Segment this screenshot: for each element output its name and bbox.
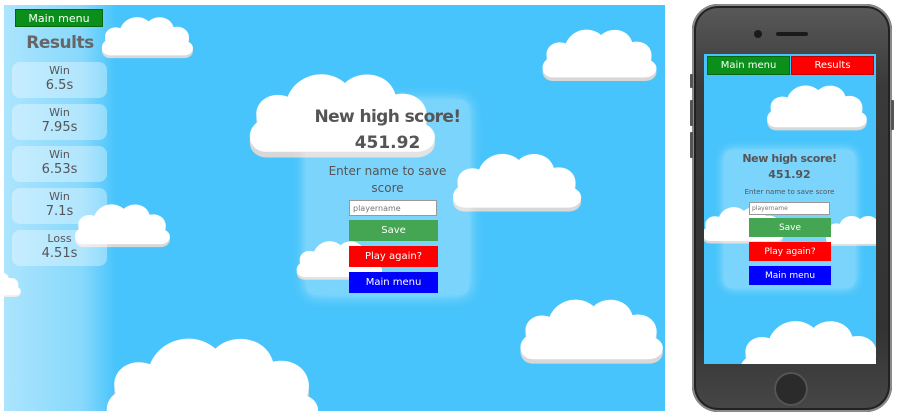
result-outcome: Win — [49, 148, 70, 161]
high-score-dialog: New high score! 451.92 Enter name to sav… — [306, 100, 469, 295]
results-panel: Results Win 6.5s Win 7.95s Win 6.53s Win… — [4, 5, 116, 411]
phone-volume-up — [690, 100, 693, 126]
results-button[interactable]: Results — [791, 56, 874, 75]
high-score-title: New high score! — [742, 152, 837, 165]
result-time: 6.53s — [41, 162, 78, 177]
main-menu-button[interactable]: Main menu — [15, 9, 103, 27]
result-time: 7.1s — [45, 204, 74, 219]
phone-game-view: Main menu Results New high score! 451.92… — [704, 54, 876, 364]
cloud-decoration — [740, 321, 876, 364]
result-outcome: Loss — [47, 232, 72, 245]
phone-mockup: Main menu Results New high score! 451.92… — [690, 4, 894, 412]
cloud-decoration — [767, 85, 867, 131]
result-time: 7.95s — [41, 120, 78, 135]
cloud-decoration — [106, 338, 319, 411]
player-name-input[interactable] — [749, 202, 830, 215]
desktop-game-view: Results Win 6.5s Win 7.95s Win 6.53s Win… — [4, 5, 665, 411]
play-again-button[interactable]: Play again? — [349, 246, 438, 267]
results-title: Results — [26, 33, 94, 53]
play-again-button[interactable]: Play again? — [749, 242, 831, 261]
phone-volume-down — [690, 132, 693, 158]
high-score-value: 451.92 — [354, 133, 421, 153]
home-button[interactable] — [774, 372, 808, 406]
cloud-decoration — [542, 29, 657, 81]
cloud-decoration — [452, 153, 582, 212]
result-item: Win 7.95s — [12, 104, 107, 140]
result-item: Win 7.1s — [12, 188, 107, 224]
main-menu-button[interactable]: Main menu — [349, 272, 438, 293]
high-score-title: New high score! — [314, 107, 461, 127]
camera-icon — [754, 30, 762, 38]
result-time: 4.51s — [41, 246, 78, 261]
result-outcome: Win — [49, 64, 70, 77]
speaker-grille — [776, 32, 808, 36]
high-score-dialog: New high score! 451.92 Enter name to sav… — [724, 150, 855, 288]
main-menu-button[interactable]: Main menu — [707, 56, 790, 75]
save-score-prompt: Enter name to save score — [744, 188, 835, 196]
player-name-input[interactable] — [349, 200, 437, 216]
result-outcome: Win — [49, 190, 70, 203]
high-score-value: 451.92 — [768, 168, 811, 181]
phone-mute-switch — [690, 74, 693, 88]
result-time: 6.5s — [45, 78, 74, 93]
save-score-prompt: Enter name to save score — [328, 164, 447, 195]
phone-power-button — [891, 100, 894, 130]
result-item: Win 6.53s — [12, 146, 107, 182]
main-menu-button[interactable]: Main menu — [749, 266, 831, 285]
save-button[interactable]: Save — [349, 220, 438, 241]
cloud-decoration — [520, 299, 663, 364]
result-item: Win 6.5s — [12, 62, 107, 98]
result-item: Loss 4.51s — [12, 230, 107, 266]
save-button[interactable]: Save — [749, 218, 831, 237]
result-outcome: Win — [49, 106, 70, 119]
